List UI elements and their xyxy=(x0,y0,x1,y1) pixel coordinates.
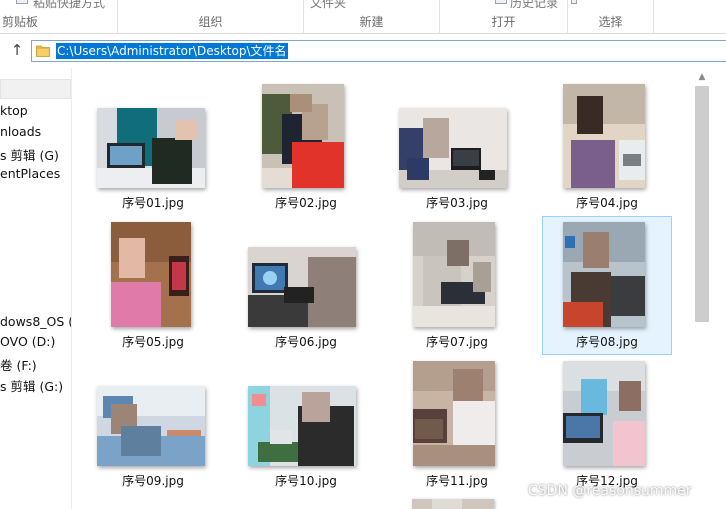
folder-icon xyxy=(36,45,50,57)
nav-item-drive-d[interactable]: OVO (D:) xyxy=(0,334,55,349)
nav-item-clips-g[interactable]: s 剪辑 (G) xyxy=(0,145,59,164)
ribbon-group-label: 选择 xyxy=(598,15,623,29)
file-name: 序号08.jpg xyxy=(576,335,638,349)
ribbon-group-organize[interactable]: 组织 xyxy=(118,0,304,34)
file-thumbnail xyxy=(399,108,507,188)
file-list: 序号01.jpg 序号02.jpg 序号03.jpg 序号04.jpg 序号05… xyxy=(72,68,692,509)
new-folder-label[interactable]: 文件夹 xyxy=(310,0,346,11)
scroll-up-icon[interactable]: ▲ xyxy=(696,72,708,82)
address-path[interactable]: C:\Users\Administrator\Desktop\文件名 xyxy=(56,43,288,59)
watermark: CSDN @reasonsummer xyxy=(528,483,692,499)
ribbon: 粘贴快捷方式 剪贴板 组织 文件夹 新建 历史记录 打开 选择 xyxy=(0,0,726,34)
file-name: 序号06.jpg xyxy=(275,335,337,349)
file-name: 序号03.jpg xyxy=(426,196,488,210)
navigation-pane: ktop nloads s 剪辑 (G) entPlaces dows8_OS … xyxy=(0,68,72,509)
file-thumbnail xyxy=(111,222,191,327)
paste-shortcut-label[interactable]: 粘贴快捷方式 xyxy=(33,0,105,11)
file-thumbnail xyxy=(97,108,205,188)
file-name: 序号11.jpg xyxy=(426,474,488,488)
history-icon xyxy=(495,0,507,4)
nav-item-drive-f[interactable]: 卷 (F:) xyxy=(0,355,37,374)
ribbon-group-new[interactable]: 文件夹 新建 xyxy=(304,0,440,34)
file-tile[interactable]: 序号06.jpg xyxy=(241,216,371,355)
ribbon-group-select[interactable]: 选择 xyxy=(568,0,654,34)
address-bar[interactable]: C:\Users\Administrator\Desktop\文件名 xyxy=(31,40,726,62)
file-thumbnail xyxy=(563,222,645,327)
select-icon xyxy=(571,0,577,4)
file-thumbnail xyxy=(413,361,495,466)
nav-item-drive-c[interactable]: dows8_OS (C xyxy=(0,314,72,329)
file-tile[interactable]: 序号09.jpg xyxy=(88,355,218,494)
file-name: 序号05.jpg xyxy=(122,335,184,349)
paste-shortcut-icon xyxy=(16,0,28,4)
nav-item-desktop[interactable]: ktop xyxy=(0,103,28,118)
ribbon-group-label: 组织 xyxy=(198,15,223,29)
file-thumbnail xyxy=(563,84,645,188)
file-name: 序号04.jpg xyxy=(576,196,638,210)
file-tile[interactable]: 序号01.jpg xyxy=(88,77,218,216)
file-tile[interactable]: 序号11.jpg xyxy=(392,355,522,494)
file-thumbnail xyxy=(97,386,205,466)
ribbon-group-label: 打开 xyxy=(491,15,516,29)
file-tile[interactable]: 序号02.jpg xyxy=(241,77,371,216)
file-thumbnail xyxy=(248,247,356,327)
up-arrow-icon[interactable]: ↑ xyxy=(7,40,27,60)
file-thumbnail xyxy=(563,361,645,466)
nav-quick-access-bar[interactable] xyxy=(0,79,71,99)
scroll-thumb[interactable] xyxy=(695,86,709,322)
ribbon-group-label: 剪贴板 xyxy=(2,15,39,29)
file-tile[interactable]: 序号10.jpg xyxy=(241,355,371,494)
file-tile[interactable]: 序号05.jpg xyxy=(88,216,218,355)
nav-item-drive-g[interactable]: s 剪辑 (G:) xyxy=(0,376,63,395)
file-tile[interactable]: 序号03.jpg xyxy=(392,77,522,216)
file-thumbnail xyxy=(413,222,495,327)
file-tile[interactable]: 序号12.jpg xyxy=(542,355,672,494)
vertical-scrollbar[interactable]: ▲ xyxy=(692,68,726,509)
file-tile-selected[interactable]: 序号08.jpg xyxy=(542,216,672,355)
file-tile[interactable]: 序号07.jpg xyxy=(392,216,522,355)
file-thumbnail xyxy=(248,386,356,466)
file-thumbnail-partial xyxy=(412,499,494,509)
ribbon-group-open[interactable]: 历史记录 打开 xyxy=(440,0,568,34)
nav-item-downloads[interactable]: nloads xyxy=(0,124,41,139)
file-name: 序号01.jpg xyxy=(122,196,184,210)
ribbon-group-clipboard[interactable]: 粘贴快捷方式 剪贴板 xyxy=(0,0,118,34)
file-tile[interactable]: 序号04.jpg xyxy=(542,77,672,216)
file-name: 序号10.jpg xyxy=(275,474,337,488)
file-name: 序号02.jpg xyxy=(275,196,337,210)
file-name: 序号09.jpg xyxy=(122,474,184,488)
nav-item-recent-places[interactable]: entPlaces xyxy=(0,166,60,181)
history-label[interactable]: 历史记录 xyxy=(510,0,558,11)
ribbon-group-label: 新建 xyxy=(359,15,384,29)
address-row: ↑ C:\Users\Administrator\Desktop\文件名 xyxy=(0,34,726,68)
file-name: 序号07.jpg xyxy=(426,335,488,349)
file-thumbnail xyxy=(262,84,344,188)
